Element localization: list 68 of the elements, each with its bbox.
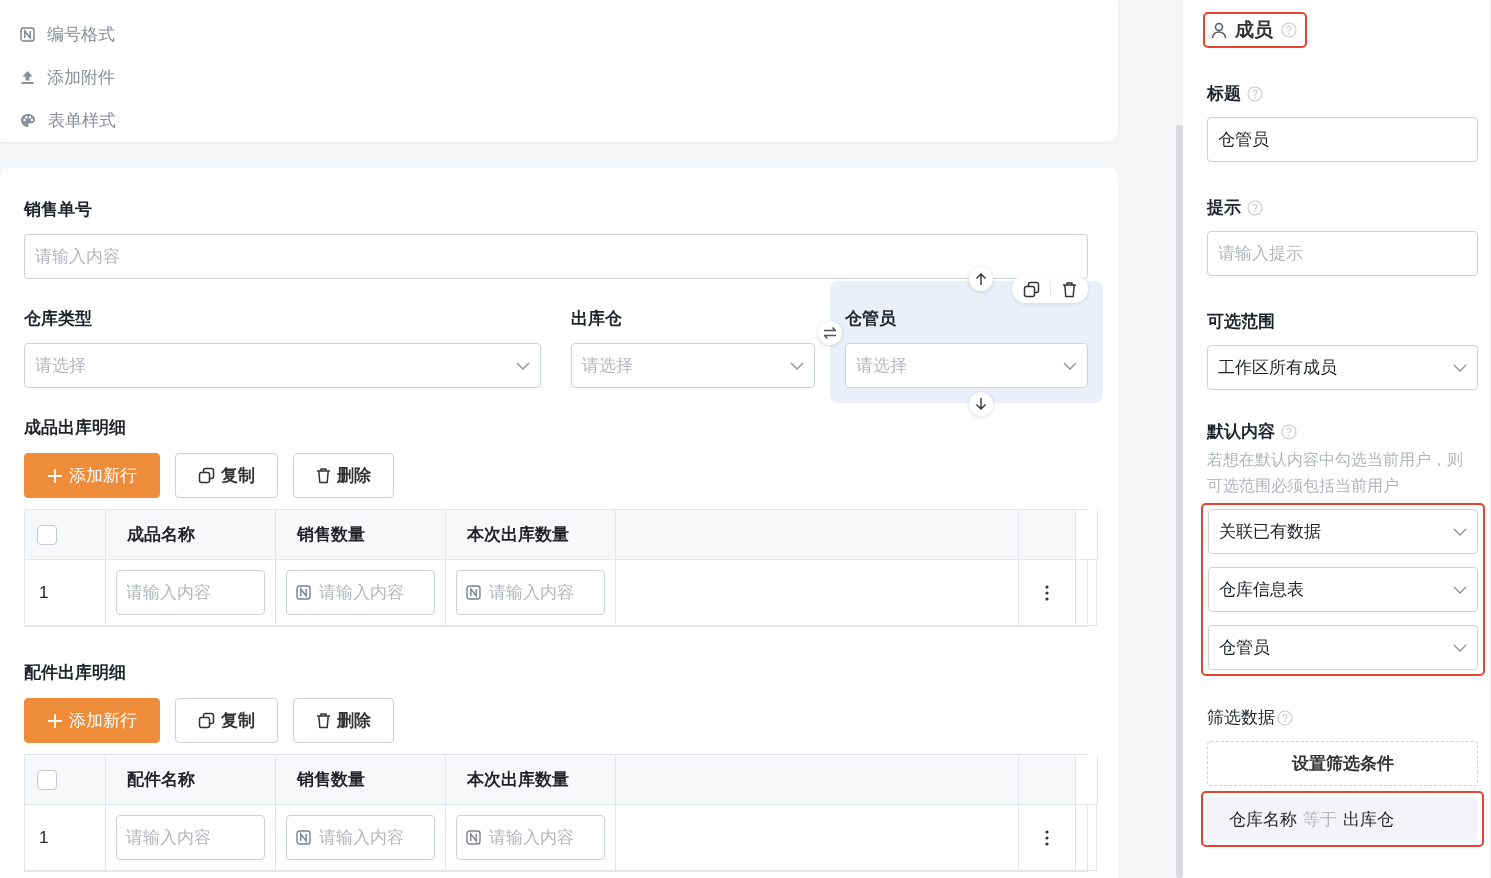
condition-value: 出库仓 bbox=[1343, 808, 1394, 831]
menu-item[interactable]: 表单样式 bbox=[20, 99, 1118, 142]
column-header: 成品名称 bbox=[106, 510, 276, 560]
placeholder: 请输入内容 bbox=[489, 582, 574, 604]
field-label: 可选范围 bbox=[1207, 311, 1275, 333]
column-header: 配件名称 bbox=[106, 755, 276, 805]
set-filter-button[interactable]: 设置筛选条件 bbox=[1207, 741, 1478, 786]
field-label: 提示 bbox=[1207, 197, 1241, 219]
condition-operator: 等于 bbox=[1303, 808, 1337, 831]
column-header: 本次出库数量 bbox=[446, 510, 616, 560]
field-value: 仓库信息表 bbox=[1219, 579, 1305, 601]
field-value: 工作区所有成员 bbox=[1218, 357, 1338, 379]
select-field[interactable]: 请选择 bbox=[845, 343, 1088, 388]
input-field[interactable]: 请输入内容 bbox=[456, 570, 605, 615]
delete-button[interactable]: 删除 bbox=[293, 698, 394, 743]
placeholder: 请输入内容 bbox=[35, 246, 121, 268]
placeholder: 请输入提示 bbox=[1218, 243, 1304, 265]
input-field[interactable]: 仓管员 bbox=[1207, 117, 1478, 162]
column-header: 本次出库数量 bbox=[446, 755, 616, 805]
placeholder: 请选择 bbox=[856, 355, 908, 377]
input-field[interactable]: 请输入内容 bbox=[286, 570, 435, 615]
copy-button[interactable]: 复制 bbox=[175, 453, 278, 498]
placeholder: 请选择 bbox=[35, 355, 87, 377]
field-label: 默认内容 bbox=[1207, 421, 1275, 443]
field-value: 关联已有数据 bbox=[1219, 521, 1322, 543]
column-header: 销售数量 bbox=[276, 755, 446, 805]
section-title: 配件出库明细 bbox=[24, 662, 127, 684]
select-field[interactable]: 工作区所有成员 bbox=[1207, 345, 1478, 390]
placeholder: 请输入内容 bbox=[319, 582, 404, 604]
placeholder: 请输入内容 bbox=[319, 827, 404, 849]
placeholder: 请选择 bbox=[582, 355, 634, 377]
select-field[interactable]: 请选择 bbox=[24, 343, 541, 388]
select-field[interactable]: 请选择 bbox=[571, 343, 815, 388]
placeholder: 请输入内容 bbox=[126, 582, 211, 604]
field-label: 标题 bbox=[1207, 83, 1241, 105]
menu-item[interactable]: 添加附件 bbox=[20, 56, 1118, 99]
add-row-button[interactable]: 添加新行 bbox=[24, 453, 160, 498]
section-title: 成品出库明细 bbox=[24, 417, 127, 439]
input-field[interactable]: 请输入内容 bbox=[456, 815, 605, 860]
input-field[interactable]: 请输入内容 bbox=[24, 234, 1088, 279]
field-label: 出库仓 bbox=[571, 308, 623, 330]
field-label: 仓管员 bbox=[845, 308, 897, 330]
menu-item[interactable]: 编号格式 bbox=[20, 13, 1118, 56]
condition-field: 仓库名称 bbox=[1229, 807, 1297, 831]
column-header: 销售数量 bbox=[276, 510, 446, 560]
field-label: 仓库类型 bbox=[24, 308, 93, 330]
field-value: 仓管员 bbox=[1218, 129, 1270, 151]
help-text: 若想在默认内容中勾选当前用户，则可选范围必须包括当前用户 bbox=[1207, 450, 1464, 496]
field-label: 销售单号 bbox=[24, 199, 93, 221]
select-field[interactable]: 关联已有数据 bbox=[1208, 509, 1478, 554]
add-row-button[interactable]: 添加新行 bbox=[24, 698, 160, 743]
row-number: 1 bbox=[25, 805, 106, 871]
select-field[interactable]: 仓库信息表 bbox=[1208, 567, 1478, 612]
field-value: 仓管员 bbox=[1219, 637, 1271, 659]
field-label: 筛选数据 bbox=[1207, 707, 1275, 729]
input-field[interactable]: 请输入内容 bbox=[116, 570, 265, 615]
input-field[interactable]: 请输入内容 bbox=[286, 815, 435, 860]
input-field[interactable]: 请输入提示 bbox=[1207, 231, 1478, 276]
input-field[interactable]: 请输入内容 bbox=[116, 815, 265, 860]
delete-button[interactable]: 删除 bbox=[293, 453, 394, 498]
selected-field-card[interactable]: 仓管员 请选择 bbox=[830, 281, 1103, 403]
select-field[interactable]: 仓管员 bbox=[1208, 625, 1478, 670]
placeholder: 请输入内容 bbox=[126, 827, 211, 849]
copy-button[interactable]: 复制 bbox=[175, 698, 278, 743]
filter-condition[interactable]: 仓库名称 等于 出库仓 bbox=[1207, 797, 1478, 841]
panel-title: 成员 bbox=[1235, 18, 1273, 42]
placeholder: 请输入内容 bbox=[489, 827, 574, 849]
row-number: 1 bbox=[25, 560, 106, 626]
